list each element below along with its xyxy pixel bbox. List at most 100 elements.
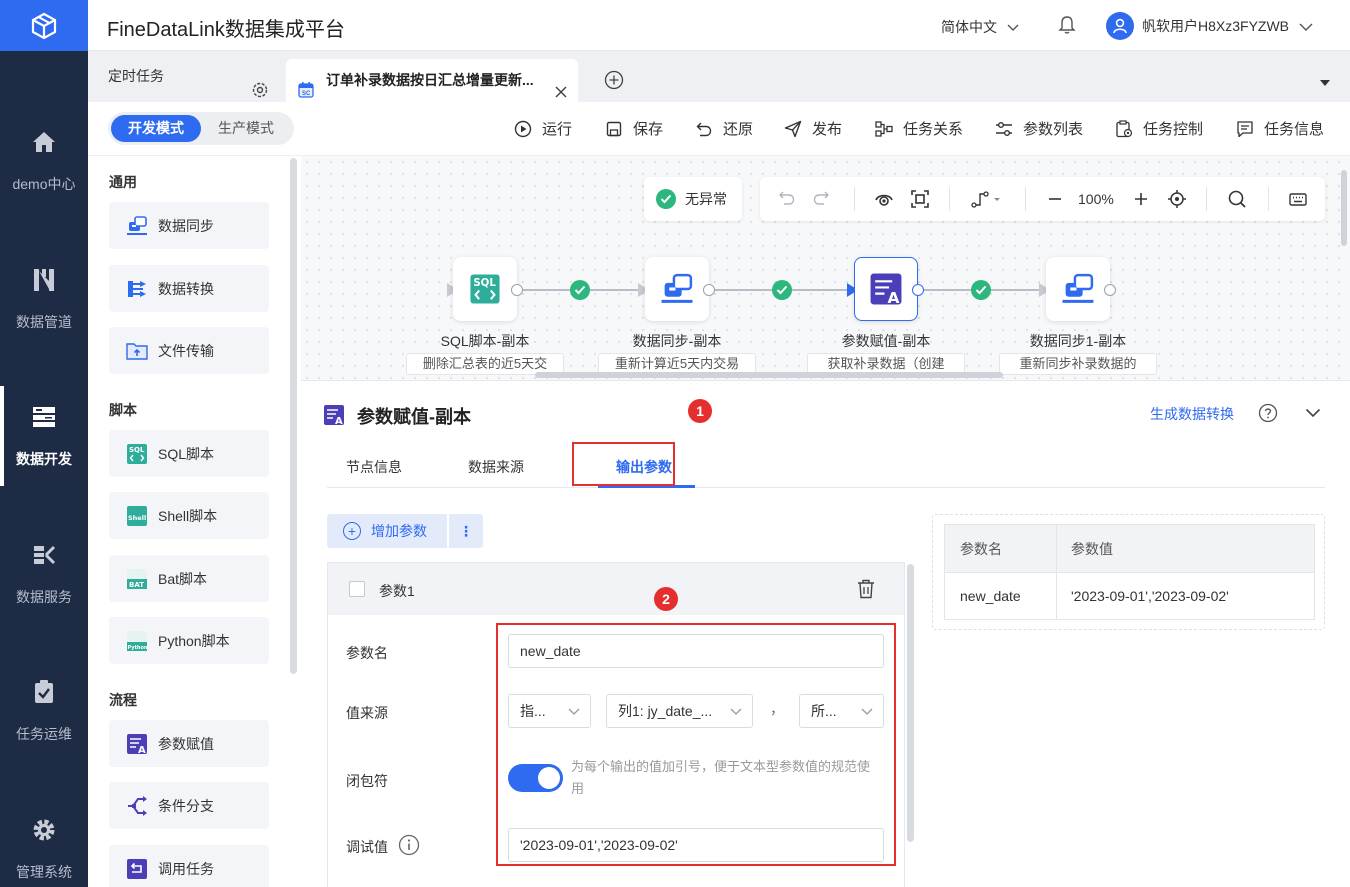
output-port[interactable] <box>1104 284 1116 296</box>
nav-admin[interactable]: 管理系统 <box>0 799 88 887</box>
svg-text:A: A <box>138 745 146 755</box>
redo-icon[interactable] <box>812 189 830 210</box>
help-icon[interactable] <box>1258 403 1278 426</box>
user-menu[interactable]: 帆软用户H8Xz3FYZWB <box>1106 12 1313 40</box>
search-icon[interactable] <box>1227 189 1247 212</box>
component-call-task[interactable]: 调用任务 <box>109 845 269 887</box>
mode-dev-button[interactable]: 开发模式 <box>111 115 201 142</box>
output-port[interactable] <box>703 284 715 296</box>
keyboard-icon[interactable] <box>1288 189 1308 212</box>
component-bat-script[interactable]: BAT Bat脚本 <box>109 555 269 602</box>
restore-button[interactable]: 还原 <box>695 118 753 139</box>
node-data-sync-1[interactable] <box>1046 257 1110 321</box>
chevron-down-icon <box>1007 19 1019 35</box>
component-sql-script[interactable]: SQL SQL脚本 <box>109 430 269 477</box>
node-label: SQL脚本-副本 <box>440 333 530 349</box>
bell-icon[interactable] <box>1058 15 1076 38</box>
tab-node-info[interactable]: 节点信息 <box>346 457 402 477</box>
sync-icon <box>126 215 148 237</box>
undo-icon[interactable] <box>778 189 796 210</box>
node-data-sync[interactable] <box>645 257 709 321</box>
param-list-button[interactable]: 参数列表 <box>995 118 1083 139</box>
param-card-header: 参数1 <box>328 563 904 615</box>
app-logo[interactable] <box>0 0 88 51</box>
svg-text:SC: SC <box>302 91 311 97</box>
publish-button[interactable]: 发布 <box>784 118 842 139</box>
status-indicator: 无异常 <box>644 177 742 221</box>
tab-scheduled-tasks[interactable]: 定时任务 <box>88 51 284 102</box>
component-data-transform[interactable]: 数据转换 <box>109 265 269 312</box>
language-selector[interactable]: 简体中文 <box>941 17 1019 37</box>
svg-text:A: A <box>335 416 343 426</box>
component-panel-scrollbar[interactable] <box>290 158 297 674</box>
detail-tabs: 节点信息 数据来源 输出参数 <box>327 441 1325 488</box>
workflow-canvas[interactable]: 无异常 100% SQL SQL脚本-副本 删除汇总表的近5天交 数据同步-副本 <box>301 155 1350 380</box>
preview-icon[interactable] <box>874 189 894 212</box>
param-checkbox[interactable] <box>349 581 365 597</box>
more-options-button[interactable]: ⋮ <box>449 514 483 548</box>
generate-data-transform-link[interactable]: 生成数据转换 <box>1150 404 1234 424</box>
section-script: 脚本 <box>109 402 137 418</box>
component-condition-branch[interactable]: 条件分支 <box>109 782 269 829</box>
nav-demo[interactable]: demo中心 <box>0 111 88 211</box>
component-param-assign[interactable]: A 参数赋值 <box>109 720 269 767</box>
task-info-button[interactable]: 任务信息 <box>1236 118 1324 139</box>
nav-ops[interactable]: 任务运维 <box>0 661 88 761</box>
nav-service[interactable]: 数据服务 <box>0 524 88 624</box>
node-label: 数据同步-副本 <box>632 333 722 349</box>
tab-active-task[interactable]: SC 订单补录数据按日汇总增量更新... <box>286 59 578 102</box>
component-data-sync[interactable]: 数据同步 <box>109 202 269 249</box>
save-button[interactable]: 保存 <box>605 118 663 139</box>
nav-dev[interactable]: 数据开发 <box>0 386 88 486</box>
output-port[interactable] <box>511 284 523 296</box>
table-cell-value: '2023-09-01','2023-09-02' <box>1071 588 1229 604</box>
sync-icon <box>661 273 693 303</box>
add-tab-icon[interactable] <box>604 70 624 93</box>
sql-icon: SQL <box>126 443 148 465</box>
relation-icon <box>875 120 893 138</box>
info-icon[interactable] <box>398 834 420 859</box>
tab-overflow-icon[interactable] <box>1320 74 1330 90</box>
locate-icon[interactable] <box>1167 189 1187 212</box>
undo-icon <box>695 120 713 138</box>
connector-style-icon[interactable] <box>970 189 1002 212</box>
info-message-icon <box>1236 120 1254 138</box>
trash-icon[interactable] <box>857 579 875 602</box>
chevron-down-icon[interactable] <box>1305 405 1321 421</box>
canvas-horizontal-scrollbar[interactable] <box>535 372 1003 378</box>
app-title: FineDataLink数据集成平台 <box>107 19 345 41</box>
component-file-transfer[interactable]: 文件传输 <box>109 327 269 374</box>
param-assign-icon: A <box>323 404 345 429</box>
svg-text:SQL: SQL <box>473 278 496 289</box>
pipeline-icon <box>30 266 58 294</box>
transform-icon <box>126 278 148 300</box>
zoom-out-icon[interactable] <box>1047 189 1063 212</box>
task-control-button[interactable]: 任务控制 <box>1115 118 1203 139</box>
wrap-char-label: 闭包符 <box>346 773 388 789</box>
node-sql-script[interactable]: SQL <box>453 257 517 321</box>
canvas-vertical-scrollbar[interactable] <box>1341 170 1347 246</box>
output-port[interactable] <box>912 284 924 296</box>
fit-view-icon[interactable] <box>910 189 930 212</box>
nav-pipeline[interactable]: 数据管道 <box>0 249 88 349</box>
task-relations-button[interactable]: 任务关系 <box>875 118 963 139</box>
mode-prod-button[interactable]: 生产模式 <box>201 115 291 142</box>
run-button[interactable]: 运行 <box>514 118 572 139</box>
component-shell-script[interactable]: Shell Shell脚本 <box>109 492 269 539</box>
call-task-icon <box>126 858 148 880</box>
table-header-value: 参数值 <box>1056 525 1314 573</box>
component-python-script[interactable]: Python Python脚本 <box>109 617 269 664</box>
add-param-button[interactable]: + 增加参数 <box>327 514 447 548</box>
node-label: 参数赋值-副本 <box>841 333 931 349</box>
table-cell-name: new_date <box>960 588 1021 604</box>
param-assign-icon: A <box>870 273 902 306</box>
component-panel: 通用 数据同步 数据转换 文件传输 脚本 SQL SQL脚本 Shell Shell… <box>88 155 301 887</box>
tab-data-source[interactable]: 数据来源 <box>468 457 524 477</box>
highlight-box <box>572 442 675 486</box>
home-icon <box>30 128 58 156</box>
node-param-assign[interactable]: A <box>854 257 918 321</box>
tab-bar: 定时任务 SC 订单补录数据按日汇总增量更新... <box>88 51 1350 102</box>
svg-text:Python: Python <box>128 645 148 651</box>
param-card-scrollbar[interactable] <box>907 564 914 842</box>
zoom-in-icon[interactable] <box>1133 189 1149 212</box>
